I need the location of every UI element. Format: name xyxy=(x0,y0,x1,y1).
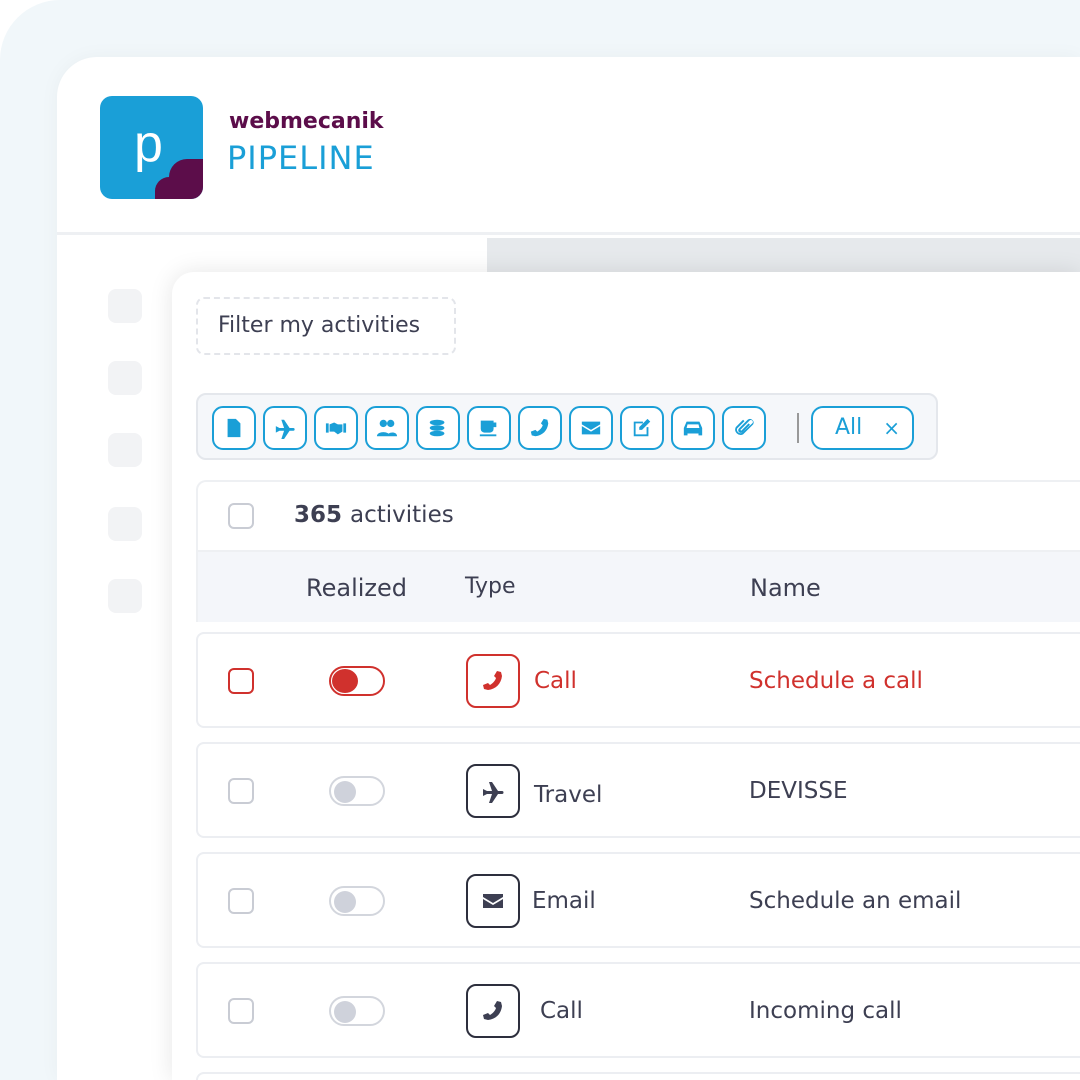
row-checkbox[interactable] xyxy=(228,668,254,694)
company-name: webmecanik xyxy=(229,109,384,134)
plane-icon xyxy=(274,417,296,439)
activity-type-filter: All × xyxy=(196,393,938,460)
type-label: Call xyxy=(534,668,577,694)
table-row[interactable]: Travel DEVISSE xyxy=(196,742,1080,838)
sidebar-item[interactable] xyxy=(108,433,142,467)
activity-count: 365 activities xyxy=(294,502,454,528)
filter-email[interactable] xyxy=(569,406,613,450)
email-type-icon xyxy=(466,874,520,928)
realized-toggle[interactable] xyxy=(329,886,385,916)
coins-icon xyxy=(427,417,449,439)
realized-toggle[interactable] xyxy=(329,776,385,806)
phone-icon xyxy=(529,417,551,439)
type-label: Call xyxy=(540,998,583,1024)
phone-icon xyxy=(481,999,505,1023)
close-icon[interactable]: × xyxy=(883,408,900,448)
table-header: Realized Type Name xyxy=(198,550,1080,622)
realized-toggle[interactable] xyxy=(329,666,385,696)
filter-travel[interactable] xyxy=(263,406,307,450)
filter-break[interactable] xyxy=(467,406,511,450)
handshake-icon xyxy=(325,417,347,439)
select-all-checkbox[interactable] xyxy=(228,503,254,529)
filter-contacts[interactable] xyxy=(365,406,409,450)
filter-finance[interactable] xyxy=(416,406,460,450)
filter-attachment[interactable] xyxy=(722,406,766,450)
row-checkbox[interactable] xyxy=(228,778,254,804)
header-type[interactable]: Type xyxy=(465,574,516,599)
phone-icon xyxy=(481,669,505,693)
table-row[interactable]: Call Incoming call xyxy=(196,962,1080,1058)
table-row[interactable]: Email Schedule an email xyxy=(196,852,1080,948)
header-realized[interactable]: Realized xyxy=(306,574,407,602)
coffee-icon xyxy=(478,417,500,439)
call-type-icon xyxy=(466,984,520,1038)
logo-letter: p xyxy=(134,114,163,174)
users-icon xyxy=(376,417,398,439)
filter-document[interactable] xyxy=(212,406,256,450)
header-name[interactable]: Name xyxy=(750,574,821,602)
all-filter-chip[interactable]: All × xyxy=(811,406,914,450)
car-icon xyxy=(682,417,704,439)
app-logo: p xyxy=(100,96,203,199)
filter-trip[interactable] xyxy=(671,406,715,450)
sidebar-item[interactable] xyxy=(108,507,142,541)
call-type-icon xyxy=(466,654,520,708)
activities-table: 365 activities Realized Type Name xyxy=(196,480,1080,622)
filter-meeting[interactable] xyxy=(314,406,358,450)
type-label: Email xyxy=(532,888,596,914)
sidebar-item[interactable] xyxy=(108,579,142,613)
type-label: Travel xyxy=(534,782,602,808)
travel-type-icon xyxy=(466,764,520,818)
activity-name[interactable]: Schedule a call xyxy=(749,668,923,694)
document-icon xyxy=(223,417,245,439)
all-label: All xyxy=(835,415,862,440)
activity-name[interactable]: Incoming call xyxy=(749,998,902,1024)
envelope-icon xyxy=(481,889,505,913)
row-checkbox[interactable] xyxy=(228,888,254,914)
activity-name[interactable]: DEVISSE xyxy=(749,778,848,804)
edit-icon xyxy=(631,417,653,439)
count-label: activities xyxy=(350,502,454,528)
row-checkbox[interactable] xyxy=(228,998,254,1024)
plane-icon xyxy=(481,779,505,803)
sidebar-item[interactable] xyxy=(108,361,142,395)
table-row[interactable]: Call Schedule a call xyxy=(196,632,1080,728)
divider xyxy=(797,413,799,443)
filter-task[interactable] xyxy=(620,406,664,450)
realized-toggle[interactable] xyxy=(329,996,385,1026)
activity-name[interactable]: Schedule an email xyxy=(749,888,961,914)
paperclip-icon xyxy=(733,417,755,439)
count-value: 365 xyxy=(294,502,342,528)
filter-my-activities-button[interactable]: Filter my activities xyxy=(196,297,456,355)
envelope-icon xyxy=(580,417,602,439)
product-name: PIPELINE xyxy=(227,139,375,177)
sidebar-item[interactable] xyxy=(108,289,142,323)
table-row[interactable] xyxy=(196,1072,1080,1080)
filter-call[interactable] xyxy=(518,406,562,450)
header: p webmecanik PIPELINE xyxy=(57,57,1080,235)
